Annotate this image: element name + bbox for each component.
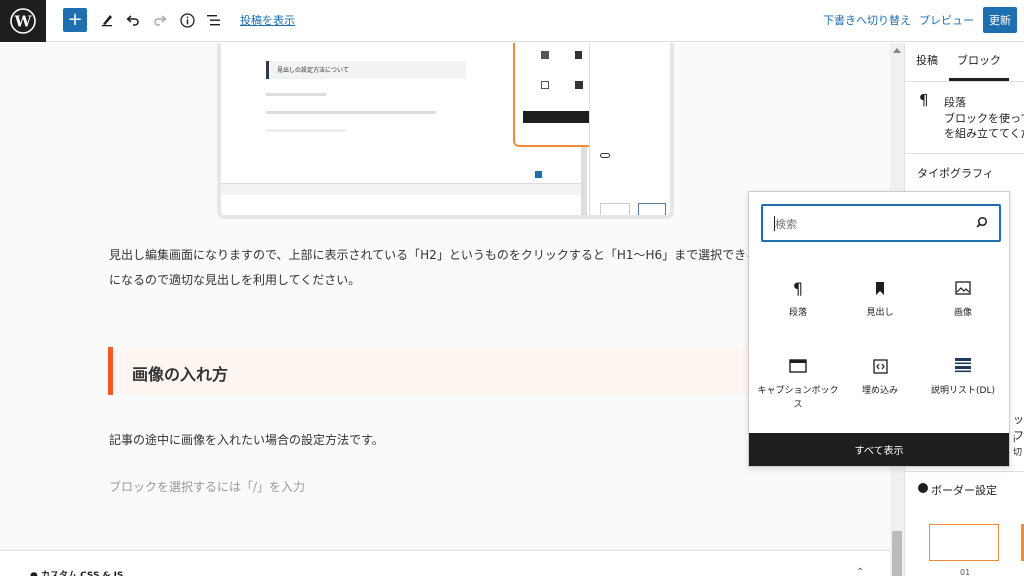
block-option-heading[interactable]: 見出し [837, 278, 923, 358]
block-option-paragraph[interactable]: ¶ 段落 [755, 278, 841, 358]
block-option-caption-box[interactable]: キャプションボックス [755, 356, 841, 436]
screenshot-text-line [266, 93, 326, 96]
view-post-link[interactable]: 投稿を表示 [240, 7, 295, 33]
top-toolbar: W + 投稿を表示 下書きへ切り替え プレビュー 更新 [0, 0, 1024, 42]
block-search-input[interactable]: 検索 [761, 204, 1001, 242]
divider [905, 471, 1024, 472]
caption-box-icon [788, 356, 808, 376]
heading-block[interactable]: 画像の入れ方 [108, 347, 788, 395]
divider [905, 81, 1024, 82]
block-description: を組み立ててくだ [944, 127, 1024, 140]
tab-post[interactable]: 投稿 [916, 52, 938, 68]
update-button[interactable]: 更新 [983, 7, 1017, 33]
list-view-icon[interactable] [204, 7, 224, 33]
pencil-icon[interactable] [97, 7, 117, 33]
custom-css-js-metabox[interactable]: ● カスタム CSS & JS ⌃ [0, 550, 890, 576]
block-name: 段落 [944, 96, 966, 109]
empty-block-placeholder[interactable]: ブロックを選択するには「/」を入力 [109, 478, 305, 495]
redo-icon[interactable] [150, 7, 170, 33]
image-icon [953, 278, 973, 298]
list-icon [953, 356, 973, 376]
block-inserter-popover: 検索 ¶ 段落 見出し 画像 キャプションボックス 埋め込み 説明リスト(DL)… [748, 191, 1010, 467]
screenshot-heading-block: 見出しの設定方法について [266, 61, 466, 79]
block-option-embed[interactable]: 埋め込み [837, 356, 923, 436]
block-description: ブロックを使って、 [944, 112, 1024, 125]
border-option-label: 01 [960, 568, 971, 576]
switch-to-draft-button[interactable]: 下書きへ切り替え [823, 7, 911, 33]
undo-icon[interactable] [123, 7, 143, 33]
paragraph-icon: ¶ [792, 278, 804, 298]
info-icon[interactable] [177, 7, 197, 33]
wordpress-logo-icon[interactable]: W [0, 0, 46, 42]
embedded-screenshot-image[interactable]: 見出しの設定方法について [217, 43, 674, 219]
screenshot-text-line [266, 111, 436, 114]
embed-icon [870, 356, 890, 376]
add-block-button[interactable]: + [63, 8, 87, 32]
preview-button[interactable]: プレビュー [919, 7, 974, 33]
screenshot-text-line [266, 129, 346, 132]
paragraph-icon: ¶ [919, 91, 929, 109]
divider [905, 153, 1024, 154]
show-all-blocks-button[interactable]: すべて表示 [749, 433, 1009, 466]
tab-block[interactable]: ブロック [957, 52, 1001, 68]
border-settings-icon [918, 483, 928, 493]
sidebar-clipped-text: i 切 [1013, 435, 1023, 458]
block-option-description-list[interactable]: 説明リスト(DL) [920, 356, 1006, 436]
block-option-image[interactable]: 画像 [920, 278, 1006, 358]
border-style-option[interactable] [929, 524, 999, 561]
svg-text:W: W [14, 13, 33, 31]
screenshot-sidebar [589, 43, 670, 215]
bookmark-icon [870, 278, 890, 298]
typography-panel-title[interactable]: タイポグラフィ [917, 165, 994, 181]
chevron-up-icon[interactable]: ⌃ [856, 567, 864, 576]
search-icon[interactable] [975, 215, 989, 234]
border-settings-panel-title[interactable]: ボーダー設定 [931, 482, 997, 498]
screenshot-footer-bar [221, 183, 581, 195]
